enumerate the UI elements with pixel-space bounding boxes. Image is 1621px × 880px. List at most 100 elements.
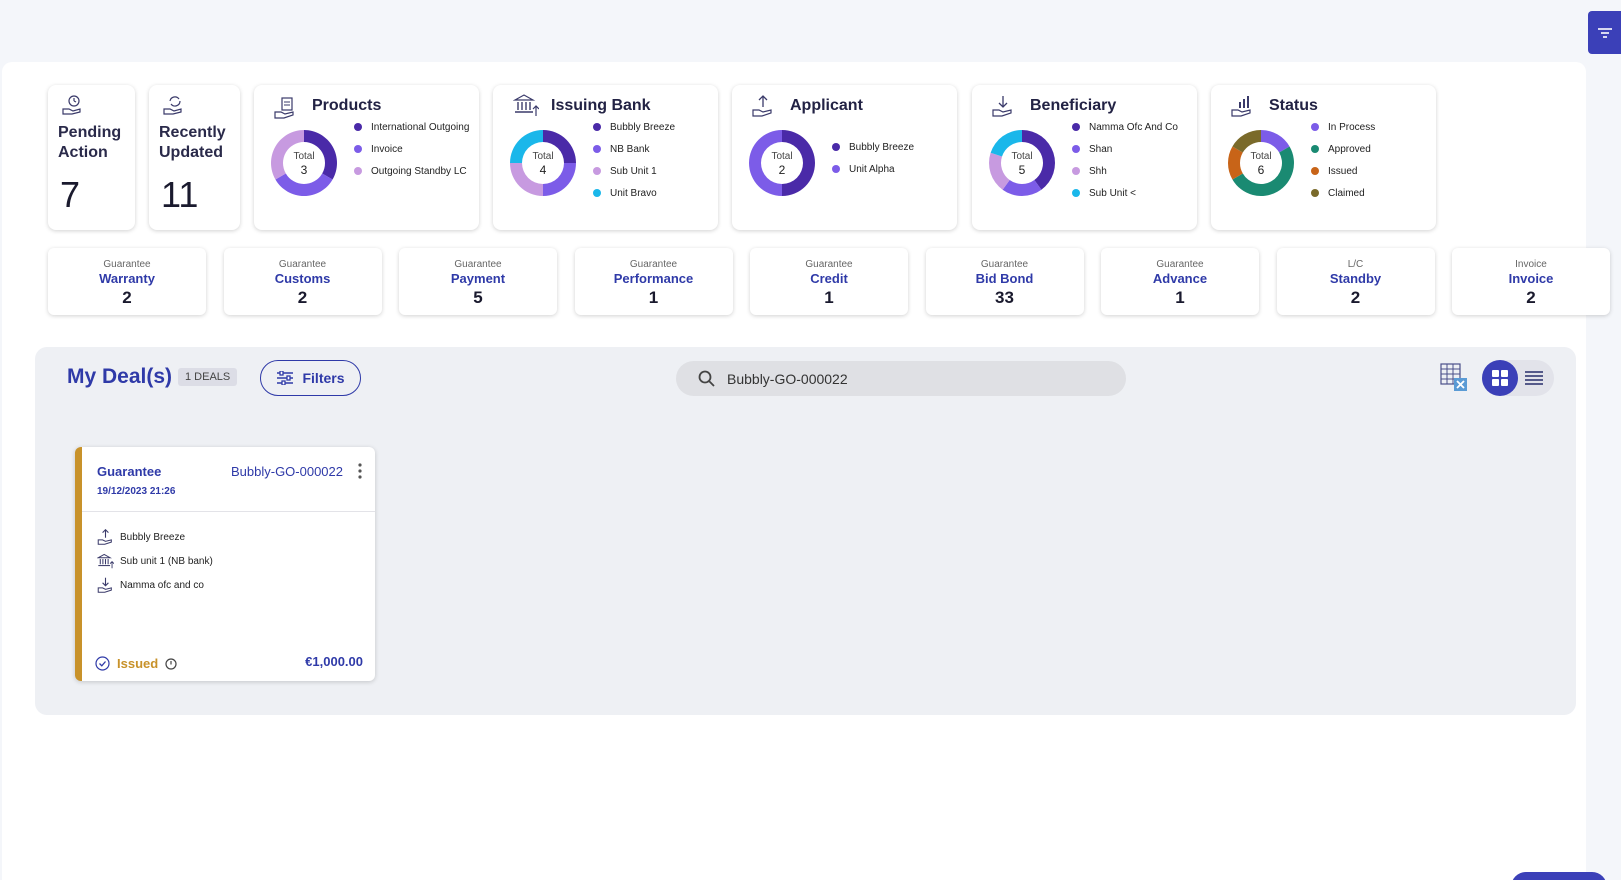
top-filter-button[interactable] [1588,11,1621,54]
sliders-icon [277,371,294,385]
legend-dot [1311,145,1319,153]
legend-dot [1072,167,1080,175]
product-card[interactable]: Guarantee Credit 1 [750,248,908,315]
legend-label: Outgoing Standby LC [371,166,467,177]
info-clock-icon[interactable] [165,657,177,670]
donut-total-label: Total [1011,151,1032,162]
issuing-bank-chart-card[interactable]: Issuing Bank Total 4 Bubbly Breeze NB Bank… [493,85,718,230]
legend-item[interactable]: Sub Unit < [1072,187,1197,200]
grid-icon [1492,370,1508,386]
product-count: 5 [473,288,483,307]
recent-title-line1: Recently [159,124,226,141]
legend-item[interactable]: Shan [1072,143,1197,156]
hand-upload-icon [752,95,772,117]
legend-item[interactable]: Bubbly Breeze [832,141,957,154]
issuing-bank-legend: Bubbly Breeze NB Bank Sub Unit 1 Unit Bravo [593,121,718,205]
legend-item[interactable]: Unit Alpha [832,163,957,176]
product-count: 2 [1350,288,1361,307]
beneficiary-chart-card[interactable]: Beneficiary Total 5 Namma Ofc And Co Shan S… [972,85,1197,230]
beneficiary-donut[interactable]: Total5 [982,123,1062,203]
beneficiary-chart-title: Beneficiary [1030,97,1117,114]
search-input[interactable] [727,370,1087,387]
legend-item[interactable]: In Process [1311,121,1436,134]
status-donut[interactable]: Total6 [1221,123,1301,203]
product-card[interactable]: Guarantee Customs 2 [223,248,382,315]
status-chart-card[interactable]: Status Total 6 In Process Approved Issued Cl… [1211,85,1436,230]
legend-item[interactable]: Issued [1311,165,1436,178]
legend-label: Sub Unit 1 [610,166,657,177]
legend-item[interactable]: Sub Unit 1 [593,165,718,178]
hand-refresh-icon [163,96,182,115]
deal-reference[interactable]: Bubbly-GO-000022 [231,464,343,479]
products-donut[interactable]: Total3 [264,123,344,203]
list-view-button[interactable] [1518,360,1550,396]
legend-label: Claimed [1328,188,1365,199]
donut-total-value: 6 [1258,163,1265,177]
filters-button[interactable]: Filters [260,360,361,396]
my-deals-title: My Deal(s) [67,365,173,388]
product-count: 1 [648,288,659,307]
product-card[interactable]: L/C Standby 2 [1276,248,1435,315]
donut-total-label: Total [1250,151,1271,162]
beneficiary-legend: Namma Ofc And Co Shan Shh Sub Unit < [1072,121,1197,205]
bottom-action-button[interactable] [1511,872,1607,880]
deal-card[interactable]: Guarantee Bubbly-GO-000022 19/12/2023 21… [75,447,375,681]
legend-item[interactable]: International Outgoing [354,121,479,134]
applicant-donut[interactable]: Total2 [742,123,822,203]
legend-label: International Outgoing [371,122,470,133]
product-category: Guarantee [454,259,502,270]
deal-type: Guarantee [97,464,162,479]
product-card[interactable]: Guarantee Performance 1 [574,248,733,315]
legend-label: In Process [1328,122,1376,133]
product-card[interactable]: Guarantee Payment 5 [399,248,557,315]
search-bar[interactable] [676,361,1126,396]
legend-item[interactable]: Unit Bravo [593,187,718,200]
legend-label: Approved [1328,144,1371,155]
products-chart-card[interactable]: Products Total 3 International Outgoing In… [254,85,479,230]
recent-value: 11 [161,174,199,215]
more-options-icon[interactable] [358,463,362,479]
donut-slice[interactable] [1228,146,1243,180]
legend-item[interactable]: NB Bank [593,143,718,156]
legend-item[interactable]: Shh [1072,165,1197,178]
pending-action-card[interactable]: Pending Action 7 [48,85,135,230]
legend-dot [1311,167,1319,175]
excel-export-icon[interactable] [1440,363,1470,393]
product-card[interactable]: Invoice Invoice 2 [1452,248,1610,315]
legend-label: Shan [1089,144,1113,155]
donut-slice[interactable] [749,130,782,196]
deal-status-label: Issued [117,656,159,671]
legend-label: Unit Bravo [610,188,657,199]
deal-beneficiary-label: Namma ofc and co [120,579,204,591]
donut-slice[interactable] [510,163,543,196]
bank-upload-icon [97,553,114,569]
donut-slice[interactable] [1002,179,1042,197]
pending-title-line2: Action [58,144,108,161]
product-card[interactable]: Guarantee Warranty 2 [48,248,206,315]
product-category: Guarantee [629,259,678,270]
legend-label: Shh [1089,166,1107,177]
legend-label: Bubbly Breeze [849,142,915,153]
legend-item[interactable]: Approved [1311,143,1436,156]
legend-item[interactable]: Invoice [354,143,479,156]
legend-dot [354,167,362,175]
legend-item[interactable]: Bubbly Breeze [593,121,718,134]
legend-item[interactable]: Outgoing Standby LC [354,165,479,178]
deal-amount: €1,000.00 [305,654,363,669]
product-card[interactable]: Guarantee Bid Bond 33 [925,248,1084,315]
product-card[interactable]: Guarantee Advance 1 [1101,248,1259,315]
legend-item[interactable]: Namma Ofc And Co [1072,121,1197,134]
legend-dot [1072,123,1080,131]
recently-updated-card[interactable]: Recently Updated 11 [149,85,240,230]
legend-label: Bubbly Breeze [610,122,676,133]
issuing-bank-donut[interactable]: Total4 [503,123,583,203]
grid-view-button[interactable] [1482,360,1518,396]
applicant-chart-card[interactable]: Applicant Total 2 Bubbly Breeze Unit Alpha [732,85,957,230]
donut-total-label: Total [293,151,314,162]
donut-total-label: Total [771,151,792,162]
donut-slice[interactable] [543,163,576,196]
donut-slice[interactable] [989,152,1010,190]
donut-slice[interactable] [782,130,815,196]
legend-item[interactable]: Claimed [1311,187,1436,200]
legend-dot [832,143,840,151]
